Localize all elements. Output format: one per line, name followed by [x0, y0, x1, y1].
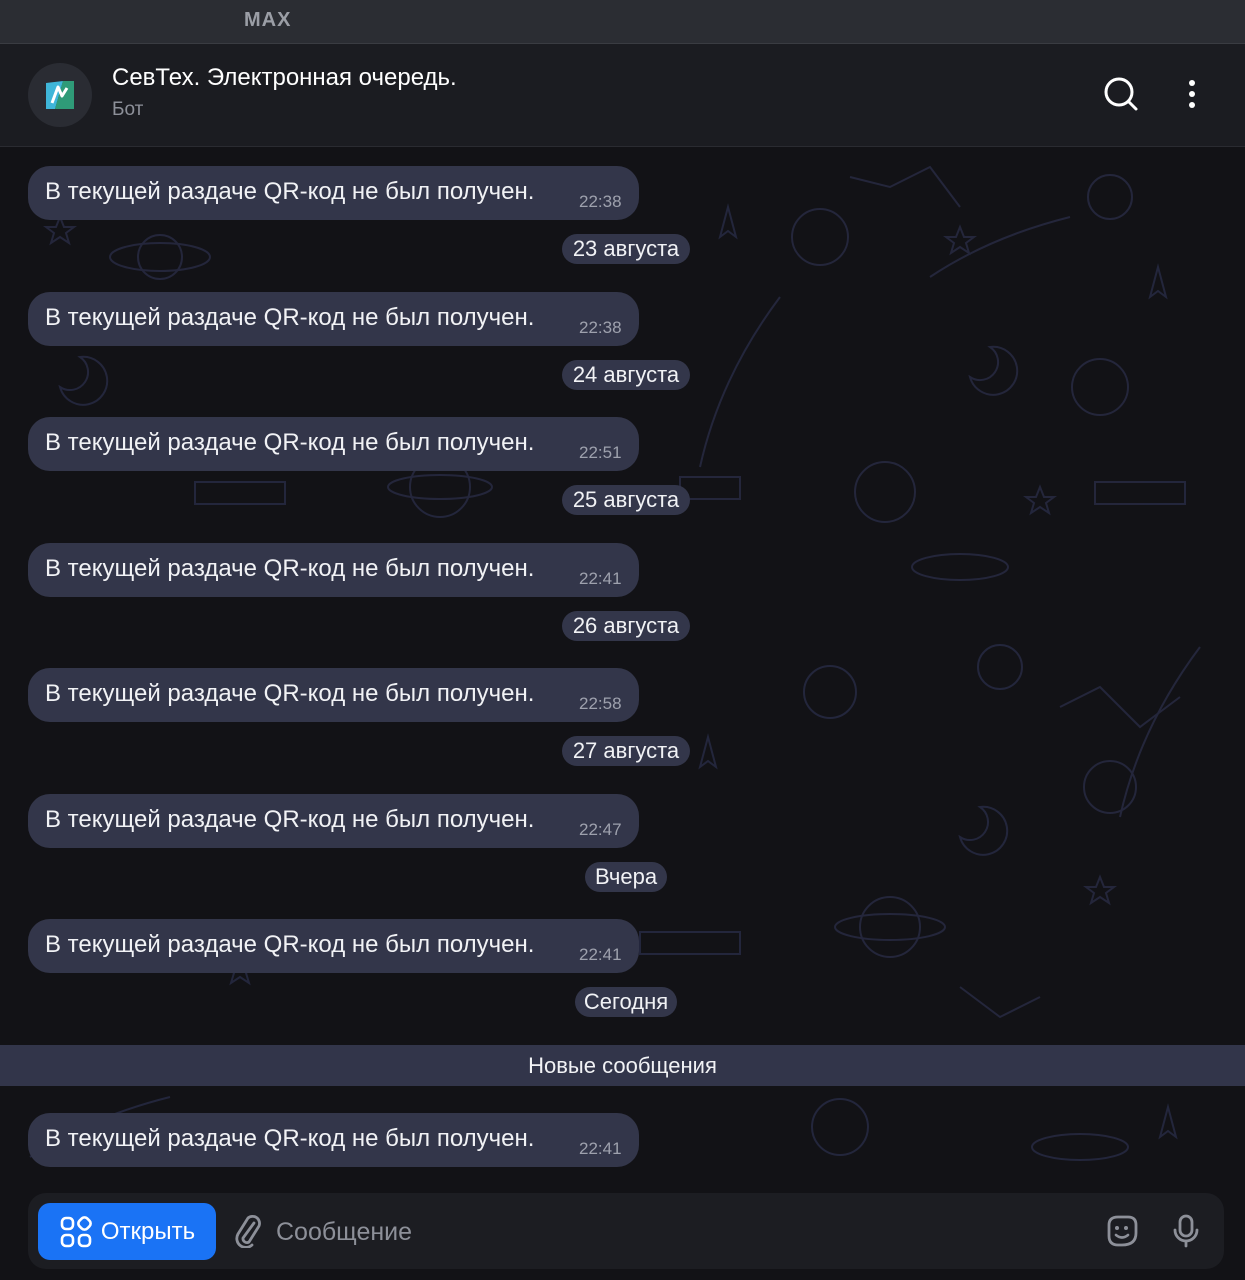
message-bubble[interactable]: В текущей раздаче QR-код не был получен.…	[28, 668, 639, 722]
app-name: MAX	[244, 9, 292, 31]
date-separator: Вчера	[585, 862, 667, 892]
message-time: 22:38	[579, 192, 622, 211]
message-time: 22:41	[579, 1139, 622, 1158]
message-text: В текущей раздаче QR-код не был получен.	[45, 1125, 535, 1152]
message-bubble[interactable]: В текущей раздаче QR-код не был получен.…	[28, 166, 639, 220]
bot-logo-icon	[46, 81, 74, 109]
message-time: 22:47	[579, 820, 622, 839]
open-app-label: Открыть	[100, 1217, 196, 1245]
message-text: В текущей раздаче QR-код не был получен.	[45, 680, 535, 707]
message-bubble[interactable]: В текущей раздаче QR-код не был получен.…	[28, 1113, 639, 1167]
message-text: В текущей раздаче QR-код не был получен.	[45, 806, 535, 833]
sticker-icon	[1107, 1215, 1138, 1247]
app-window: MAX СевТех. Электронная очередь. Бот В т…	[0, 0, 1245, 1280]
more-options-button[interactable]	[1170, 72, 1214, 116]
bot-avatar[interactable]	[28, 63, 92, 127]
message-input[interactable]	[274, 1207, 1098, 1257]
chat-subtitle: Бот	[112, 99, 144, 120]
microphone-icon	[1173, 1214, 1199, 1248]
message-time: 22:58	[579, 694, 622, 713]
date-separator: 26 августа	[562, 611, 690, 641]
date-separator: 23 августа	[562, 234, 690, 264]
date-separator: 27 августа	[562, 736, 690, 766]
chat-messages-area[interactable]: В текущей раздаче QR-код не был получен.…	[0, 147, 1245, 1280]
message-text: В текущей раздаче QR-код не был получен.	[45, 931, 535, 958]
message-time: 22:38	[579, 318, 622, 337]
chat-title: СевТех. Электронная очередь.	[112, 64, 457, 91]
date-separator: 24 августа	[562, 360, 690, 390]
chat-header[interactable]: СевТех. Электронная очередь. Бот	[0, 44, 1245, 147]
title-bar: MAX	[0, 0, 1245, 44]
message-bubble[interactable]: В текущей раздаче QR-код не был получен.…	[28, 794, 639, 848]
message-text: В текущей раздаче QR-код не был получен.	[45, 555, 535, 582]
sticker-button[interactable]	[1102, 1211, 1142, 1251]
message-bubble[interactable]: В текущей раздаче QR-код не был получен.…	[28, 417, 639, 471]
date-separator: Сегодня	[575, 987, 677, 1017]
message-bubble[interactable]: В текущей раздаче QR-код не был получен.…	[28, 919, 639, 973]
message-bubble[interactable]: В текущей раздаче QR-код не был получен.…	[28, 292, 639, 346]
attach-button[interactable]	[230, 1213, 266, 1249]
voice-message-button[interactable]	[1166, 1211, 1206, 1251]
message-time: 22:51	[579, 443, 622, 462]
message-text: В текущей раздаче QR-код не был получен.	[45, 304, 535, 331]
paperclip-icon	[235, 1214, 261, 1248]
message-composer: Открыть	[28, 1193, 1224, 1269]
search-icon	[1104, 77, 1138, 111]
message-time: 22:41	[579, 945, 622, 964]
apps-grid-icon	[60, 1215, 92, 1247]
message-text: В текущей раздаче QR-код не был получен.	[45, 178, 535, 205]
date-separator: 25 августа	[562, 485, 690, 515]
message-bubble[interactable]: В текущей раздаче QR-код не был получен.…	[28, 543, 639, 597]
more-vertical-icon	[1189, 80, 1195, 108]
message-time: 22:41	[579, 569, 622, 588]
search-button[interactable]	[1099, 72, 1143, 116]
new-messages-divider: Новые сообщения	[0, 1045, 1245, 1086]
open-app-button[interactable]: Открыть	[38, 1203, 216, 1260]
message-text: В текущей раздаче QR-код не был получен.	[45, 429, 535, 456]
